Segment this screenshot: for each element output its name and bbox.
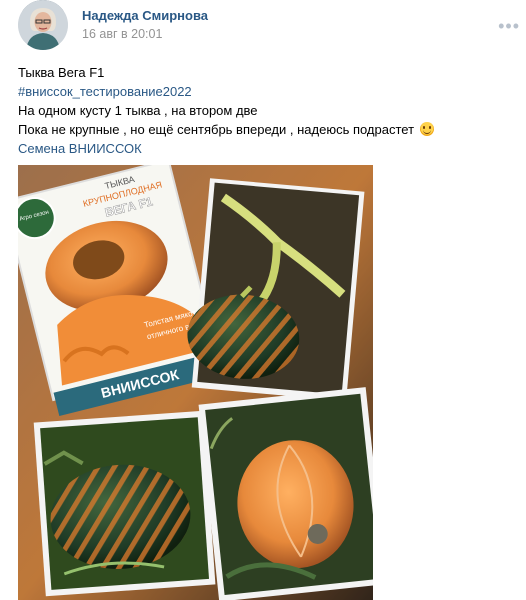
pumpkin-on-vine-photo: [187, 178, 365, 401]
post-title: Тыква Вега F1: [18, 65, 105, 80]
post-date[interactable]: 16 авг в 20:01: [82, 27, 162, 41]
author-name[interactable]: Надежда Смирнова: [82, 8, 208, 23]
seeds-link[interactable]: Семена ВНИИССОК: [18, 141, 142, 156]
post-line: Пока не крупные , но ещё сентябрь вперед…: [18, 122, 415, 137]
post-card: Надежда Смирнова 16 авг в 20:01 ••• Тыкв…: [0, 0, 526, 600]
smiling-face-icon: [419, 122, 434, 136]
post-line: На одном кусту 1 тыква , на втором две: [18, 103, 258, 118]
hashtag-link[interactable]: #вниссок_тестирование2022: [18, 84, 192, 99]
striped-pumpkin-photo: [33, 410, 216, 597]
avatar[interactable]: [18, 0, 68, 50]
post-text: Тыква Вега F1 #вниссок_тестирование2022 …: [18, 63, 434, 158]
orange-pumpkin-photo: [198, 387, 373, 600]
more-options-icon[interactable]: •••: [498, 16, 520, 37]
post-photo[interactable]: Агро сезон ТЫКВА КРУПНОПЛОДНАЯ ВЕГА F1 Т…: [18, 165, 373, 600]
